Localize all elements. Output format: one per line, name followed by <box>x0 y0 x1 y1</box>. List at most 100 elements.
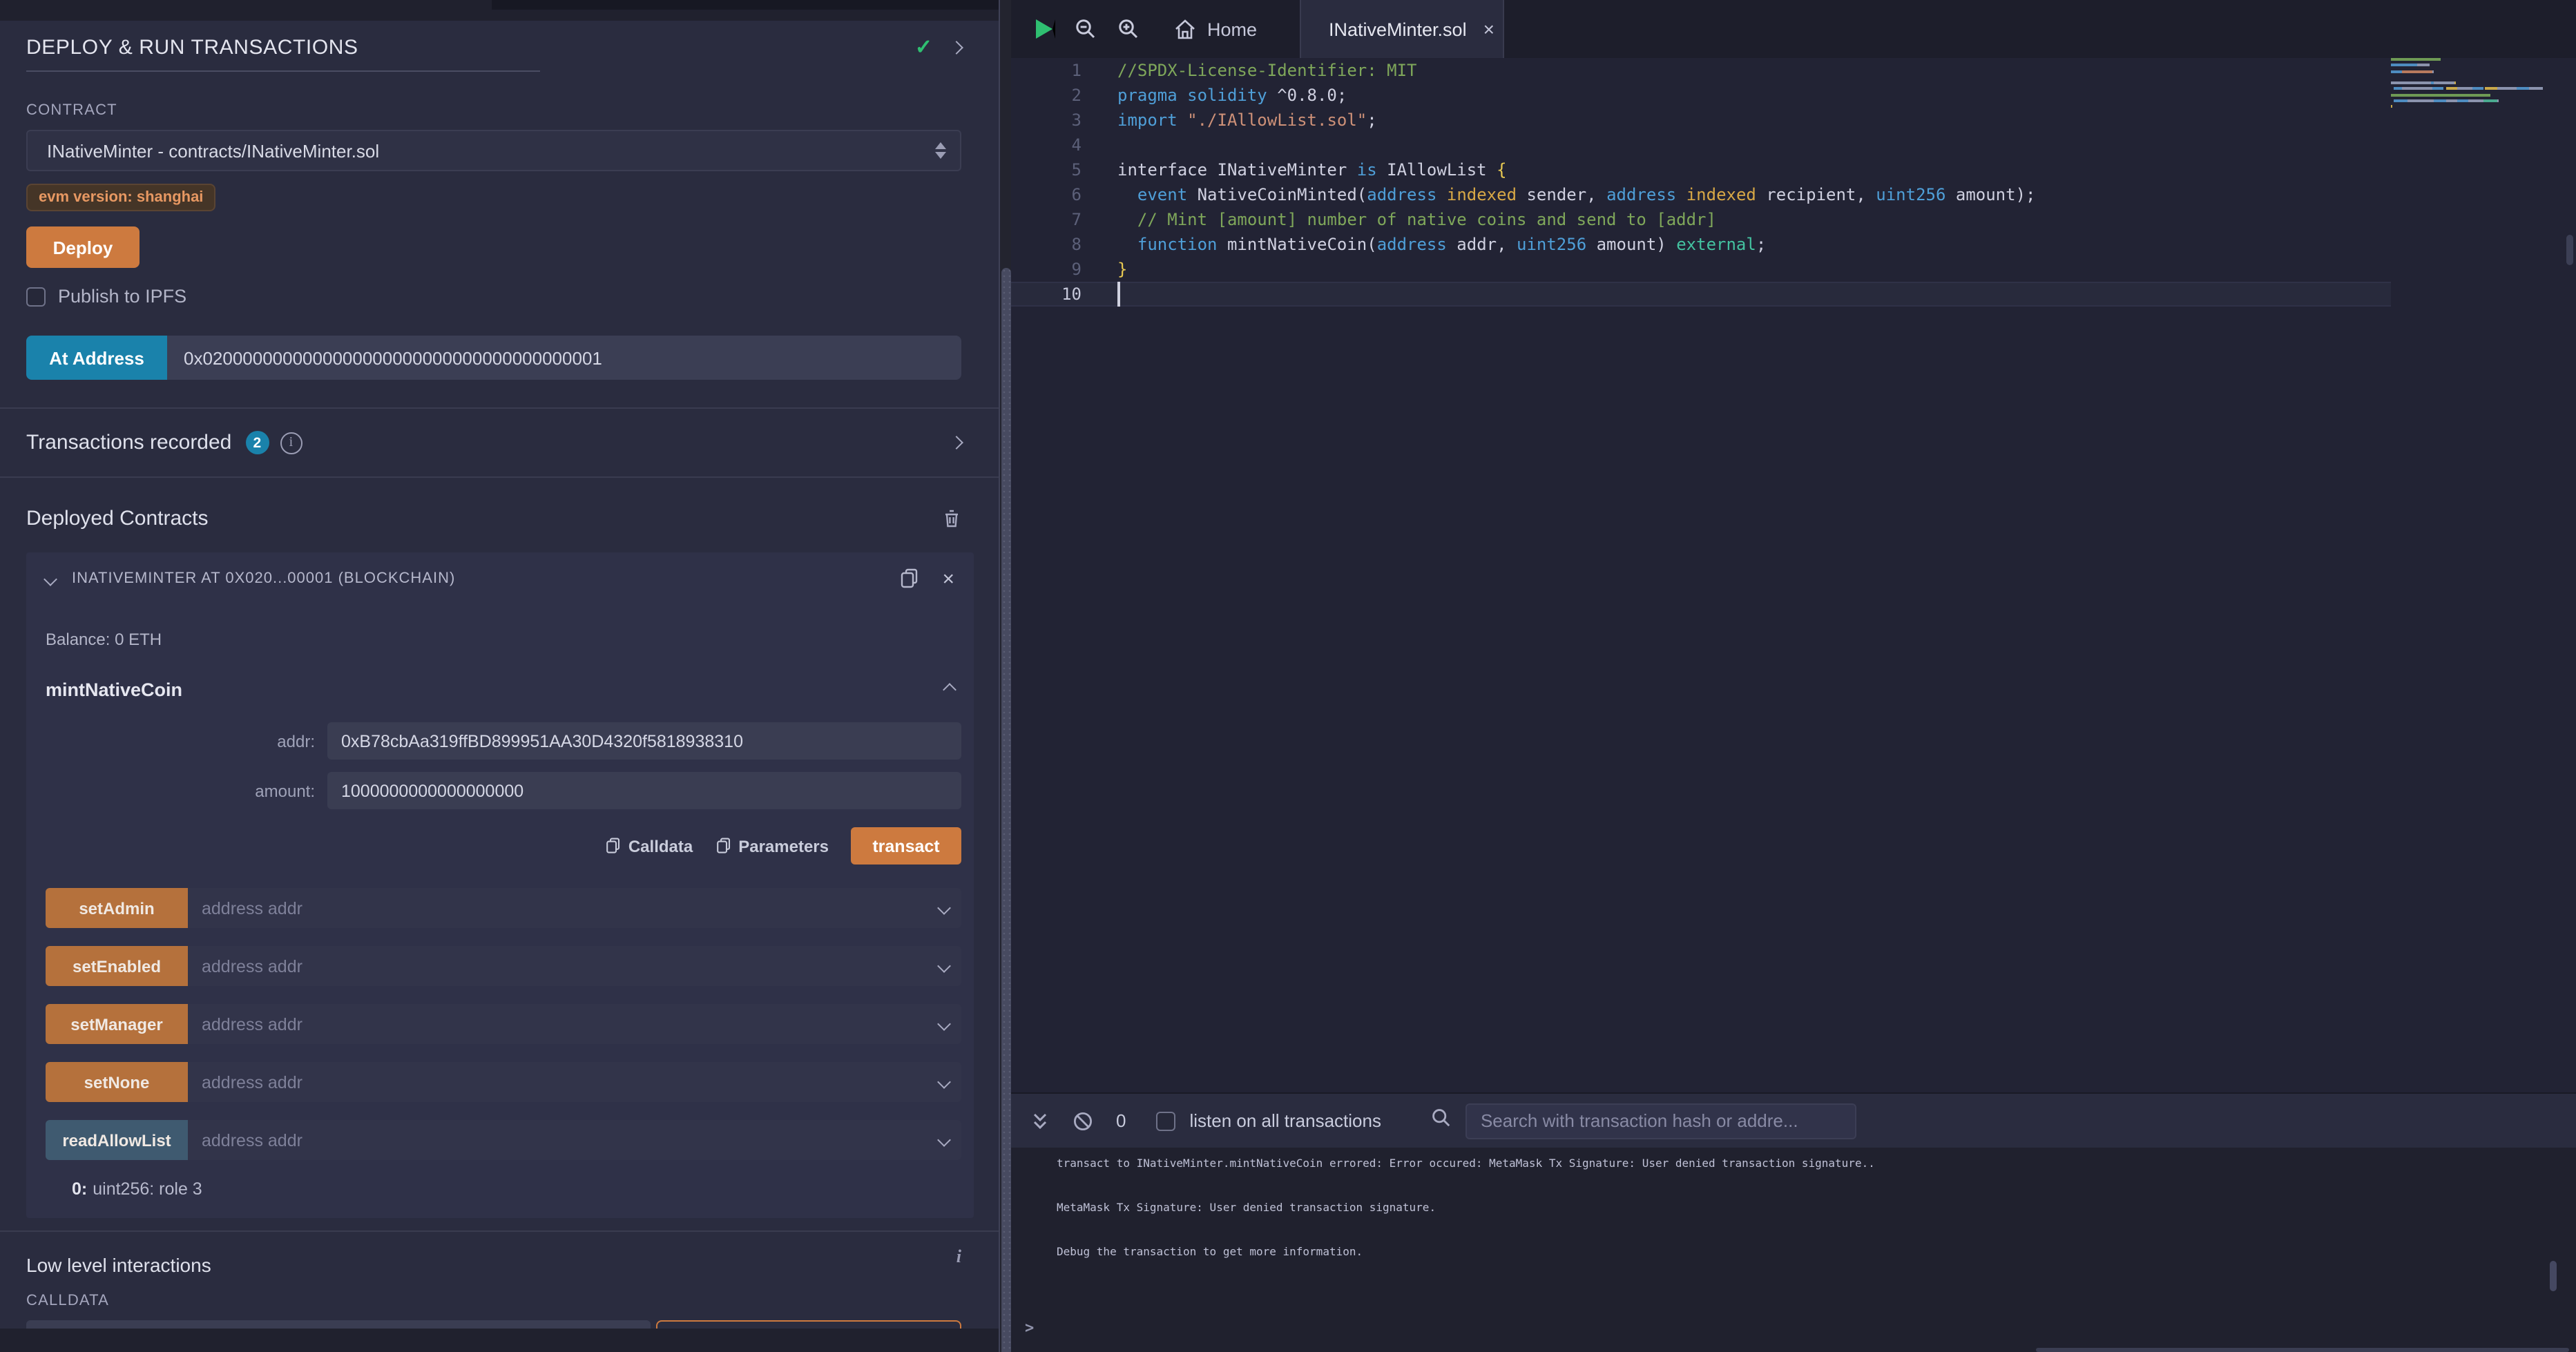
read-output-value: uint256: role 3 <box>93 1179 202 1199</box>
read-output: 0:uint256: role 3 <box>72 1179 974 1199</box>
calldata-label: CALLDATA <box>26 1293 999 1309</box>
at-address-input[interactable] <box>167 336 961 380</box>
publish-ipfs-label: Publish to IPFS <box>58 286 186 307</box>
terminal-hscrollbar[interactable] <box>2036 1348 2569 1352</box>
code-editor[interactable]: 12345678910 //SPDX-License-Identifier: M… <box>1011 58 2576 1092</box>
setNone-button[interactable]: setNone <box>46 1062 188 1102</box>
panel-collapse-chevron-icon[interactable] <box>950 40 963 54</box>
amount-field-label: amount: <box>26 781 327 800</box>
instance-balance: Balance: 0 ETH <box>46 630 974 649</box>
low-level-info-icon[interactable]: i <box>957 1246 961 1268</box>
expand-function-chevron-icon[interactable] <box>925 961 961 971</box>
text-cursor <box>1117 282 1119 307</box>
listen-transactions-label: listen on all transactions <box>1189 1110 1381 1131</box>
code-line: interface INativeMinter is IAllowList { <box>1117 157 2383 182</box>
line-number-gutter: 12345678910 <box>1011 58 1082 307</box>
copy-address-icon[interactable] <box>899 568 920 590</box>
function-row: setManager <box>46 1004 961 1044</box>
panel-content: DEPLOY & RUN TRANSACTIONS ✓ CONTRACT INa… <box>0 21 999 1329</box>
info-icon: i <box>280 432 302 454</box>
expand-function-chevron-icon[interactable] <box>925 1019 961 1029</box>
setEnabled-button[interactable]: setEnabled <box>46 946 188 986</box>
terminal-log-line: MetaMask Tx Signature: User denied trans… <box>1057 1201 2576 1214</box>
publish-ipfs-checkbox[interactable] <box>26 287 46 306</box>
transactions-count-badge: 2 <box>245 431 269 454</box>
copy-parameters-label: Parameters <box>738 836 829 856</box>
copy-calldata-label: Calldata <box>628 836 693 856</box>
code-line: // Mint [amount] number of native coins … <box>1117 207 2383 232</box>
contract-label: CONTRACT <box>26 102 961 119</box>
contract-select[interactable]: INativeMinter - contracts/INativeMinter.… <box>26 130 961 171</box>
transactions-recorded-label: Transactions recorded <box>26 431 231 454</box>
pending-tx-count: 0 <box>1116 1110 1126 1131</box>
instance-expand-chevron-icon[interactable] <box>44 572 57 586</box>
transact-button[interactable]: transact <box>851 827 961 865</box>
expand-function-chevron-icon[interactable] <box>925 1077 961 1087</box>
panel-top-notch <box>492 0 999 10</box>
expand-function-chevron-icon[interactable] <box>925 1135 961 1145</box>
transactions-expand-chevron-icon[interactable] <box>950 436 963 450</box>
method-collapse-chevron-icon[interactable] <box>943 683 957 697</box>
terminal-logs: transact to INativeMinter.mintNativeCoin… <box>1011 1148 2576 1258</box>
setAdmin-button[interactable]: setAdmin <box>46 888 188 928</box>
editor-scrollbar-thumb[interactable] <box>2566 235 2573 265</box>
function-arg-input[interactable] <box>188 946 925 986</box>
run-script-play-icon[interactable] <box>1036 19 1055 39</box>
deploy-button[interactable]: Deploy <box>26 226 140 268</box>
code-line: function mintNativeCoin(address addr, ui… <box>1117 232 2383 257</box>
function-arg-input[interactable] <box>188 1004 925 1044</box>
title-underline <box>26 70 540 72</box>
instance-title: INATIVEMINTER AT 0X020...00001 (BLOCKCHA… <box>72 570 899 587</box>
transactions-recorded-row[interactable]: Transactions recorded 2 i <box>0 409 999 476</box>
low-level-transact-button[interactable]: Transact <box>656 1320 961 1329</box>
tab-inativeminter[interactable]: INativeMinter.sol × <box>1300 0 1504 58</box>
terminal-collapse-double-chevron-icon[interactable] <box>1030 1110 1050 1132</box>
function-arg-input[interactable] <box>188 1120 925 1160</box>
readAllowList-button[interactable]: readAllowList <box>46 1120 188 1160</box>
tab-home[interactable]: Home <box>1157 0 1273 58</box>
at-address-button[interactable]: At Address <box>26 336 167 380</box>
evm-version-badge: evm version: shanghai <box>26 184 215 211</box>
code-line: event NativeCoinMinted(address indexed s… <box>1117 182 2383 207</box>
calldata-input[interactable] <box>26 1320 651 1329</box>
setManager-button[interactable]: setManager <box>46 1004 188 1044</box>
copy-parameters-button[interactable]: Parameters <box>715 836 829 856</box>
panel-title: DEPLOY & RUN TRANSACTIONS <box>26 35 915 59</box>
remove-instance-icon[interactable]: × <box>942 567 954 590</box>
terminal-vscrollbar-thumb[interactable] <box>2550 1261 2557 1291</box>
function-row: setNone <box>46 1062 961 1102</box>
copy-calldata-button[interactable]: Calldata <box>605 836 693 856</box>
trash-icon[interactable] <box>942 508 961 528</box>
addr-field-input[interactable] <box>327 722 961 760</box>
tab-close-icon[interactable]: × <box>1483 18 1494 40</box>
zoom-in-icon[interactable] <box>1117 18 1140 44</box>
terminal-header: 0 listen on all transactions <box>1011 1094 2576 1148</box>
panel-scrollbar-thumb[interactable] <box>1001 268 1010 1352</box>
expand-function-chevron-icon[interactable] <box>925 903 961 913</box>
function-arg-input[interactable] <box>188 1062 925 1102</box>
code-line: pragma solidity ^0.8.0; <box>1117 83 2383 108</box>
code-line <box>1117 282 2383 307</box>
home-icon <box>1174 19 1196 39</box>
deployed-contracts-title: Deployed Contracts <box>26 506 208 530</box>
remix-ide-window: DEPLOY & RUN TRANSACTIONS ✓ CONTRACT INa… <box>0 0 2576 1352</box>
terminal-log-line: Debug the transaction to get more inform… <box>1057 1246 2576 1258</box>
code-line <box>1117 133 2383 157</box>
amount-field-input[interactable] <box>327 772 961 809</box>
editor-minimap[interactable] <box>2391 58 2562 1092</box>
editor-tabbar: Home INativeMinter.sol × <box>1011 0 2576 58</box>
code-content: //SPDX-License-Identifier: MITpragma sol… <box>1117 58 2383 307</box>
terminal-log-line: transact to INativeMinter.mintNativeCoin… <box>1057 1157 2576 1170</box>
contract-select-value: INativeMinter - contracts/INativeMinter.… <box>47 140 935 161</box>
zoom-out-icon[interactable] <box>1075 18 1097 44</box>
code-line: } <box>1117 257 2383 282</box>
low-level-title: Low level interactions <box>26 1254 957 1276</box>
clear-console-ban-icon[interactable] <box>1072 1110 1094 1132</box>
deploy-run-panel: DEPLOY & RUN TRANSACTIONS ✓ CONTRACT INa… <box>0 0 999 1352</box>
terminal-search-input[interactable] <box>1465 1103 1856 1139</box>
listen-transactions-checkbox[interactable] <box>1156 1111 1175 1130</box>
function-arg-input[interactable] <box>188 888 925 928</box>
terminal-body[interactable]: transact to INativeMinter.mintNativeCoin… <box>1011 1148 2576 1352</box>
select-spinner-icon <box>935 142 946 159</box>
panel-resize-gutter[interactable] <box>999 0 1010 1352</box>
